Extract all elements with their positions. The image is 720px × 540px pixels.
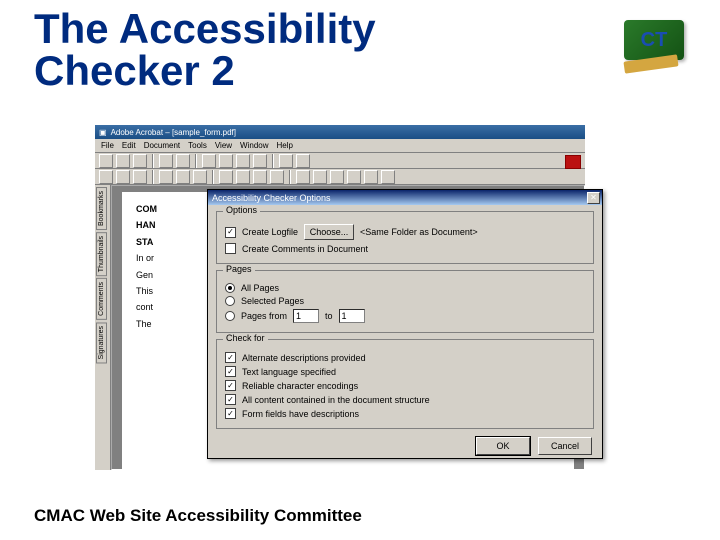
menu-window[interactable]: Window bbox=[240, 141, 268, 150]
create-comments-checkbox[interactable] bbox=[225, 243, 236, 254]
toolbar-button[interactable] bbox=[176, 170, 190, 184]
all-pages-radio[interactable] bbox=[225, 283, 235, 293]
check-text-lang-label: Text language specified bbox=[242, 367, 336, 377]
toolbar-button[interactable] bbox=[279, 154, 293, 168]
toolbar-sep bbox=[272, 154, 274, 168]
dialog-button-row: OK Cancel bbox=[208, 433, 602, 461]
choose-folder-button[interactable]: Choose... bbox=[304, 224, 354, 240]
slide-title-line1: The Accessibility bbox=[34, 5, 376, 52]
rail-thumbnails[interactable]: Thumbnails bbox=[96, 232, 107, 276]
folder-path-text: <Same Folder as Document> bbox=[360, 227, 478, 237]
rail-comments[interactable]: Comments bbox=[96, 278, 107, 320]
toolbar-sep bbox=[212, 170, 214, 184]
ct-logo: CT bbox=[618, 14, 690, 74]
check-formfields-checkbox[interactable] bbox=[225, 408, 236, 419]
check-char-enc-label: Reliable character encodings bbox=[242, 381, 358, 391]
pages-to-label: to bbox=[325, 311, 333, 321]
checkfor-group: Check for Alternate descriptions provide… bbox=[216, 339, 594, 429]
nav-first-icon[interactable] bbox=[202, 154, 216, 168]
toolbar-button[interactable] bbox=[296, 170, 310, 184]
toolbar-button[interactable] bbox=[133, 170, 147, 184]
toolbar-button[interactable] bbox=[236, 170, 250, 184]
dialog-title: Accessibility Checker Options bbox=[212, 193, 331, 203]
check-structure-checkbox[interactable] bbox=[225, 394, 236, 405]
dialog-titlebar: Accessibility Checker Options ✕ bbox=[208, 190, 602, 205]
check-text-lang-checkbox[interactable] bbox=[225, 366, 236, 377]
app-titlebar: ▣ Adobe Acrobat – [sample_form.pdf] bbox=[95, 125, 585, 139]
toolbar-button[interactable] bbox=[330, 170, 344, 184]
toolbar-button[interactable] bbox=[313, 170, 327, 184]
check-structure-label: All content contained in the document st… bbox=[242, 395, 430, 405]
screenshot: ▣ Adobe Acrobat – [sample_form.pdf] File… bbox=[95, 125, 585, 470]
options-legend: Options bbox=[223, 205, 260, 215]
menu-document[interactable]: Document bbox=[144, 141, 180, 150]
close-button[interactable]: ✕ bbox=[587, 192, 600, 204]
toolbar-button[interactable] bbox=[219, 170, 233, 184]
toolbar-button[interactable] bbox=[159, 154, 173, 168]
toolbar-button[interactable] bbox=[253, 170, 267, 184]
pages-group: Pages All Pages Selected Pages Pages fro… bbox=[216, 270, 594, 333]
menu-view[interactable]: View bbox=[215, 141, 232, 150]
toolbar-sep bbox=[152, 170, 154, 184]
nav-next-icon[interactable] bbox=[236, 154, 250, 168]
toolbar-button[interactable] bbox=[193, 170, 207, 184]
menu-help[interactable]: Help bbox=[277, 141, 293, 150]
accessibility-checker-dialog: Accessibility Checker Options ✕ Options … bbox=[207, 189, 603, 459]
pages-from-input[interactable] bbox=[293, 309, 319, 323]
nav-last-icon[interactable] bbox=[253, 154, 267, 168]
cancel-button[interactable]: Cancel bbox=[538, 437, 592, 455]
close-icon: ✕ bbox=[590, 194, 597, 202]
toolbar-button[interactable] bbox=[99, 154, 113, 168]
menu-file[interactable]: File bbox=[101, 141, 114, 150]
toolbar-button[interactable] bbox=[133, 154, 147, 168]
pages-to-input[interactable] bbox=[339, 309, 365, 323]
side-rail: Bookmarks Thumbnails Comments Signatures bbox=[95, 185, 111, 470]
toolbar-button[interactable] bbox=[364, 170, 378, 184]
pages-legend: Pages bbox=[223, 264, 255, 274]
app-title: Adobe Acrobat – [sample_form.pdf] bbox=[111, 128, 236, 137]
toolbar-button[interactable] bbox=[116, 170, 130, 184]
check-alt-desc-checkbox[interactable] bbox=[225, 352, 236, 363]
check-char-enc-checkbox[interactable] bbox=[225, 380, 236, 391]
selected-pages-label: Selected Pages bbox=[241, 296, 304, 306]
toolbar-sep bbox=[152, 154, 154, 168]
slide-title: The Accessibility Checker 2 bbox=[34, 8, 376, 92]
all-pages-label: All Pages bbox=[241, 283, 279, 293]
check-alt-desc-label: Alternate descriptions provided bbox=[242, 353, 366, 363]
toolbar-sep bbox=[289, 170, 291, 184]
slide-title-line2: Checker 2 bbox=[34, 47, 235, 94]
toolbar-button[interactable] bbox=[159, 170, 173, 184]
toolbar-sep bbox=[195, 154, 197, 168]
check-formfields-label: Form fields have descriptions bbox=[242, 409, 359, 419]
adobe-logo-icon bbox=[565, 155, 581, 169]
menu-edit[interactable]: Edit bbox=[122, 141, 136, 150]
slide-footer: CMAC Web Site Accessibility Committee bbox=[34, 506, 362, 526]
create-comments-label: Create Comments in Document bbox=[242, 244, 368, 254]
menu-tools[interactable]: Tools bbox=[188, 141, 207, 150]
toolbar-2 bbox=[95, 169, 585, 185]
ok-button[interactable]: OK bbox=[476, 437, 530, 455]
toolbar-button[interactable] bbox=[347, 170, 361, 184]
pages-from-radio[interactable] bbox=[225, 311, 235, 321]
toolbar-button[interactable] bbox=[270, 170, 284, 184]
checkfor-legend: Check for bbox=[223, 333, 268, 343]
pages-from-label: Pages from bbox=[241, 311, 287, 321]
toolbar-1 bbox=[95, 153, 585, 169]
app-titlebar-icon: ▣ bbox=[99, 128, 107, 137]
nav-prev-icon[interactable] bbox=[219, 154, 233, 168]
toolbar-button[interactable] bbox=[381, 170, 395, 184]
create-logfile-label: Create Logfile bbox=[242, 227, 298, 237]
menubar: File Edit Document Tools View Window Hel… bbox=[95, 139, 585, 153]
toolbar-button[interactable] bbox=[116, 154, 130, 168]
rail-signatures[interactable]: Signatures bbox=[96, 322, 107, 363]
toolbar-button[interactable] bbox=[176, 154, 190, 168]
toolbar-button[interactable] bbox=[296, 154, 310, 168]
selected-pages-radio[interactable] bbox=[225, 296, 235, 306]
toolbar-button[interactable] bbox=[99, 170, 113, 184]
create-logfile-checkbox[interactable] bbox=[225, 227, 236, 238]
rail-bookmarks[interactable]: Bookmarks bbox=[96, 187, 107, 230]
options-group: Options Create Logfile Choose... <Same F… bbox=[216, 211, 594, 264]
